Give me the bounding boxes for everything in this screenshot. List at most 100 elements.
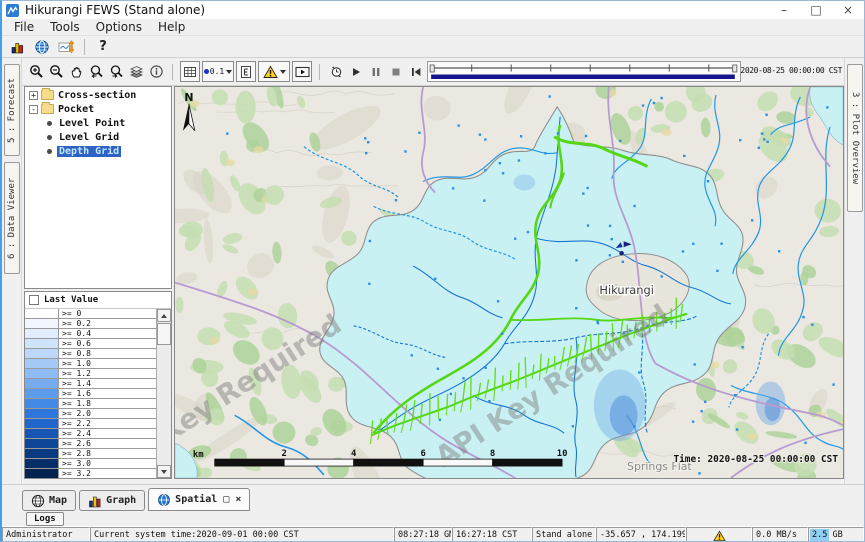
legend-row[interactable]: >= 2.8: [25, 449, 156, 459]
legend-row-label: >= 2.4: [59, 429, 156, 438]
zoom-out-icon: [49, 64, 64, 79]
legend-row[interactable]: >= 1.6: [25, 389, 156, 399]
tree-leaf-level-grid[interactable]: Level Grid: [25, 131, 171, 143]
zoom-next-button[interactable]: [106, 61, 126, 82]
legend-row[interactable]: >= 2.0: [25, 409, 156, 419]
legend-row[interactable]: >= 1.4: [25, 379, 156, 389]
arrow-up-icon: [161, 314, 167, 318]
tab-data-viewer[interactable]: 6 : Data Viewer: [4, 162, 20, 274]
menu-help[interactable]: Help: [150, 19, 193, 35]
tab-graph-label: Graph: [106, 495, 136, 506]
legend-row[interactable]: >= 2.4: [25, 429, 156, 439]
zoom-previous-button[interactable]: [86, 61, 106, 82]
legend-color-swatch: [25, 449, 59, 458]
legend-row-label: >= 1.4: [59, 379, 156, 388]
data-display-button[interactable]: [6, 37, 30, 57]
info-icon: [149, 64, 164, 79]
legend-row[interactable]: >= 2.2: [25, 419, 156, 429]
legend-color-swatch: [25, 459, 59, 468]
animation-button[interactable]: [292, 61, 312, 82]
svg-text:4: 4: [351, 449, 356, 459]
scroll-up-button[interactable]: [157, 309, 171, 322]
legend-row[interactable]: >= 0.2: [25, 319, 156, 329]
warnings-dropdown[interactable]: [258, 61, 290, 82]
stop-button[interactable]: [386, 61, 406, 82]
scroll-down-button[interactable]: [157, 465, 171, 478]
toolbar-separator: [319, 64, 320, 80]
pan-button[interactable]: [66, 61, 86, 82]
timeline-slider[interactable]: [427, 61, 741, 82]
zoom-out-button[interactable]: [46, 61, 66, 82]
tab-map[interactable]: Map: [22, 490, 76, 511]
last-value-checkbox[interactable]: [29, 295, 39, 305]
legend-row-label: >= 1.0: [59, 359, 156, 368]
left-panel: + Cross-section - Pocket Level Point: [22, 86, 174, 479]
spatial-display-button[interactable]: [30, 37, 54, 57]
tab-close-icon[interactable]: ×: [235, 494, 241, 505]
zoom-in-button[interactable]: [26, 61, 46, 82]
layers-button[interactable]: [126, 61, 146, 82]
play-button[interactable]: [346, 61, 366, 82]
status-user: Administrator: [2, 527, 90, 542]
status-bar: Administrator Current system time:2020-0…: [2, 526, 864, 542]
map-viewport[interactable]: API Key Required API Key Required Hikura…: [174, 86, 844, 479]
menu-tools[interactable]: Tools: [42, 19, 88, 35]
animation-settings-button[interactable]: [326, 61, 346, 82]
svg-text:6: 6: [420, 449, 425, 459]
bottom-dock: Map Graph Spatial □ ×: [2, 484, 864, 526]
legend-row[interactable]: >= 3.2: [25, 469, 156, 478]
tree-leaf-depth-grid[interactable]: Depth Grid: [25, 145, 171, 157]
tree-node-cross-section[interactable]: + Cross-section: [25, 89, 171, 101]
zoom-in-icon: [29, 64, 44, 79]
labels-button[interactable]: [236, 61, 256, 82]
folder-icon: [41, 104, 54, 114]
legend-row[interactable]: >= 0.8: [25, 349, 156, 359]
legend-row[interactable]: >= 0.6: [25, 339, 156, 349]
expand-icon[interactable]: +: [29, 91, 38, 100]
status-warning[interactable]: [686, 527, 752, 542]
tab-restore-icon[interactable]: □: [223, 494, 229, 505]
logs-row: Logs: [2, 511, 864, 527]
step-back-button[interactable]: [406, 61, 426, 82]
app-logo-icon: [6, 4, 19, 17]
minimize-button[interactable]: –: [768, 1, 800, 19]
legend-list: >= 0 >= 0.2 >= 0.4 >= 0.6: [25, 309, 156, 478]
menu-bar: File Tools Options Help: [2, 19, 864, 36]
tab-forecast[interactable]: 5 : Forecast: [4, 64, 20, 156]
info-button[interactable]: [146, 61, 166, 82]
threshold-dropdown[interactable]: 0.1: [202, 61, 234, 82]
tab-graph[interactable]: Graph: [79, 490, 145, 511]
arrow-down-icon: [161, 470, 167, 474]
tree-leaf-level-point[interactable]: Level Point: [25, 117, 171, 129]
pause-button[interactable]: [366, 61, 386, 82]
close-button[interactable]: ×: [832, 1, 864, 19]
legend-row[interactable]: >= 1.0: [25, 359, 156, 369]
menu-options[interactable]: Options: [88, 19, 150, 35]
zoom-next-icon: [109, 64, 124, 79]
legend-row-label: >= 1.2: [59, 369, 156, 378]
grid-display-button[interactable]: [180, 61, 200, 82]
legend-scrollbar[interactable]: [156, 309, 171, 478]
legend-row[interactable]: >= 0: [25, 309, 156, 319]
tab-plot-overview[interactable]: 3 : Plot Overview: [847, 64, 863, 212]
maximize-button[interactable]: □: [800, 1, 832, 19]
tree-node-pocket[interactable]: - Pocket: [25, 103, 171, 115]
legend-row[interactable]: >= 0.4: [25, 329, 156, 339]
title-bar: Hikurangi FEWS (Stand alone) – □ ×: [2, 1, 864, 19]
legend-row[interactable]: >= 3.0: [25, 459, 156, 469]
legend-color-swatch: [25, 349, 59, 358]
map-canvas[interactable]: API Key Required API Key Required Hikura…: [175, 87, 843, 478]
legend-row[interactable]: >= 1.2: [25, 369, 156, 379]
legend-row[interactable]: >= 2.6: [25, 439, 156, 449]
legend-row[interactable]: >= 1.8: [25, 399, 156, 409]
logs-button[interactable]: Logs: [26, 512, 64, 526]
tab-spatial[interactable]: Spatial □ ×: [148, 488, 250, 511]
scroll-thumb[interactable]: [157, 323, 171, 345]
bullet-icon: [47, 135, 52, 140]
collapse-icon[interactable]: -: [29, 105, 38, 114]
database-viewer-button[interactable]: [54, 37, 78, 57]
help-button[interactable]: ?: [91, 37, 115, 57]
wire-globe-icon: [31, 494, 45, 508]
legend-row-label: >= 1.8: [59, 399, 156, 408]
menu-file[interactable]: File: [6, 19, 42, 35]
